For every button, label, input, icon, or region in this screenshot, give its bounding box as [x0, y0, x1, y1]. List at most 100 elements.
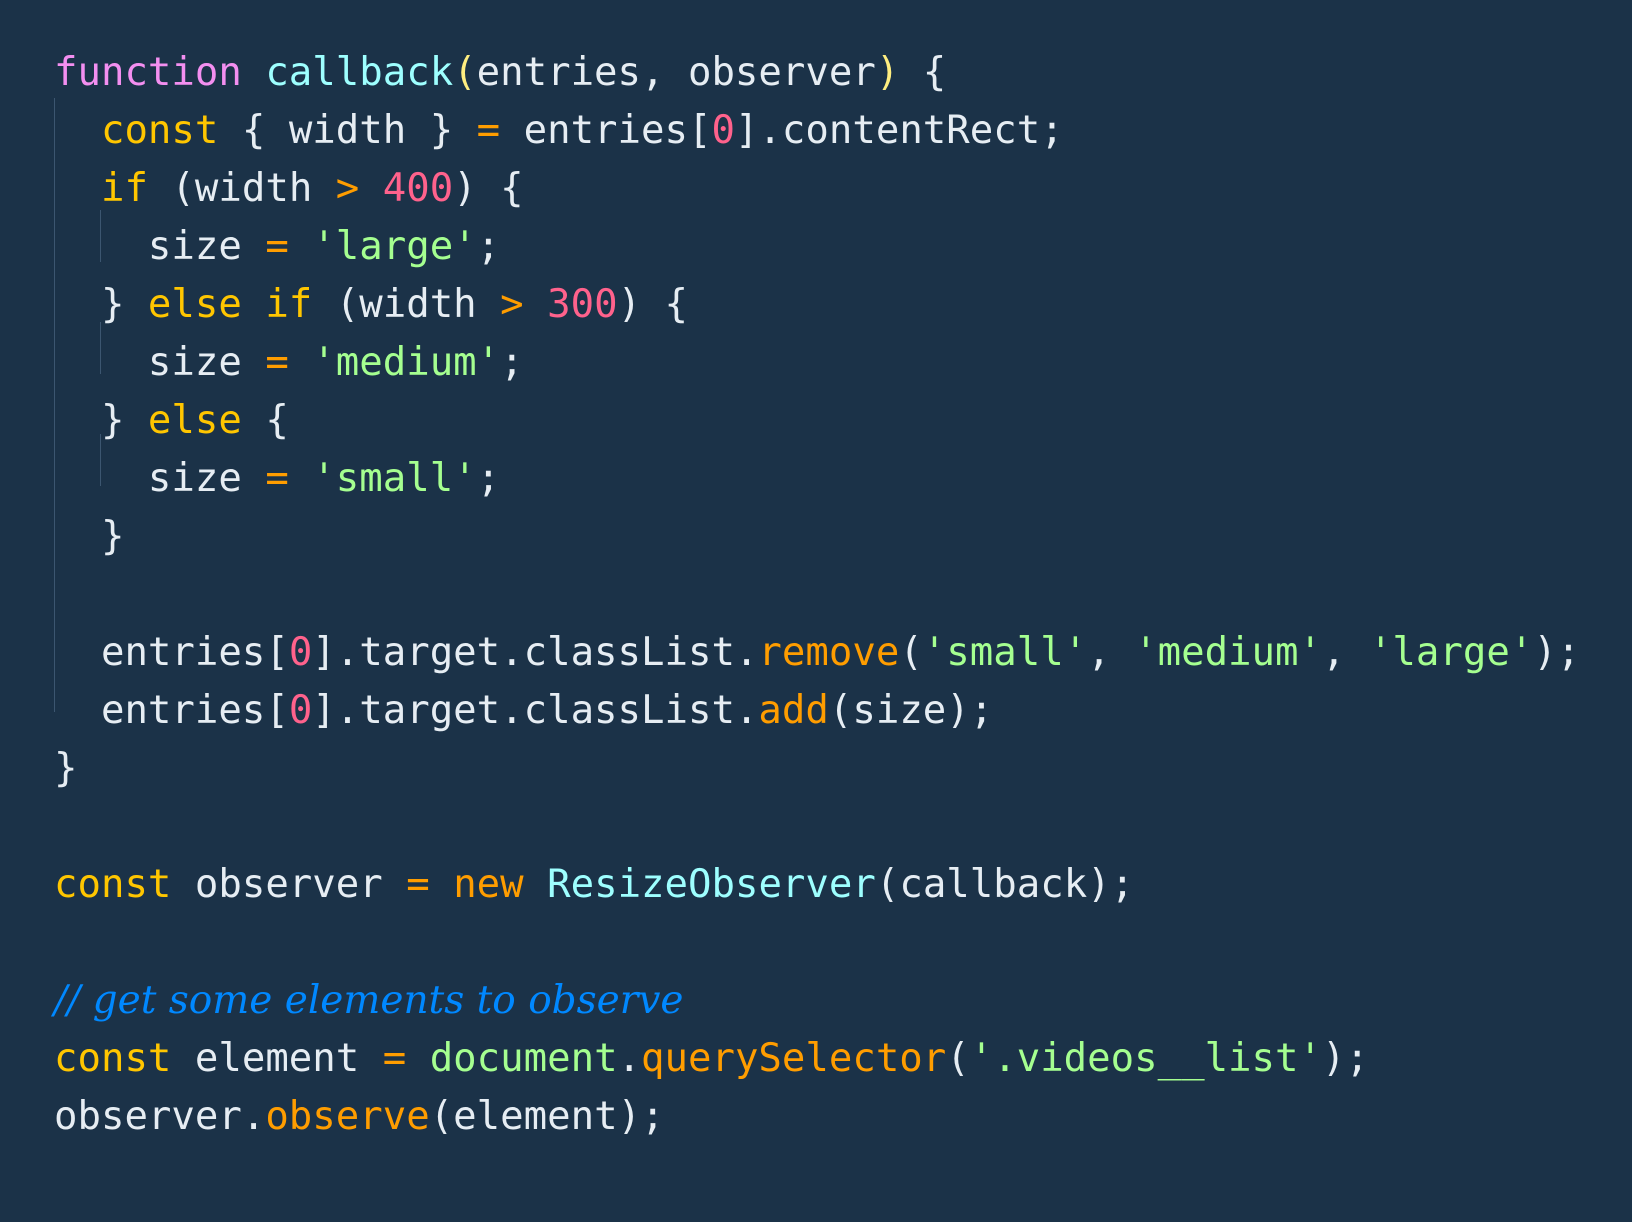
code-line: size = 'medium';: [54, 334, 1580, 392]
code-token: ;: [476, 224, 501, 269]
code-token: 300: [547, 282, 618, 327]
code-token: ;: [500, 340, 524, 385]
code-token: }: [54, 746, 78, 791]
code-token: const: [54, 862, 172, 907]
code-token: ResizeObserver: [547, 862, 876, 907]
code-token: ) {: [617, 282, 689, 327]
code-token: querySelector: [641, 1036, 947, 1081]
code-token: {: [899, 50, 947, 95]
code-token: =: [265, 224, 289, 269]
code-token: 'small': [922, 630, 1088, 675]
code-token: 'large': [312, 224, 477, 269]
code-token: (: [899, 630, 923, 675]
code-token: 'small': [312, 456, 477, 501]
code-token: size: [54, 340, 266, 385]
code-token: 'medium': [312, 340, 501, 385]
code-token: entries[: [54, 630, 289, 675]
code-line: ​: [54, 914, 1580, 972]
code-token: }: [54, 282, 148, 327]
code-token: 0: [711, 108, 735, 153]
code-token: {: [241, 398, 289, 443]
code-token: );: [1533, 630, 1581, 675]
code-token: ) {: [453, 166, 524, 211]
code-token: ].contentRect;: [734, 108, 1064, 153]
code-line: const { width } = entries[0].contentRect…: [54, 102, 1580, 160]
code-line: ​: [54, 566, 1580, 624]
code-line: if (width > 400) {: [54, 160, 1580, 218]
code-block: function callback(entries, observer) { c…: [54, 44, 1580, 1146]
code-token: (: [453, 50, 477, 95]
code-token: else if: [147, 282, 313, 327]
code-line: function callback(entries, observer) {: [54, 44, 1580, 102]
code-token: (width: [312, 282, 501, 327]
code-token: (: [946, 1036, 970, 1081]
code-token: ].target.classList.: [312, 688, 759, 733]
code-token: ;: [476, 456, 501, 501]
code-token: const: [54, 1036, 172, 1081]
code-token: add: [758, 688, 829, 733]
code-token: '.videos__list': [969, 1036, 1322, 1081]
code-token: callback: [265, 50, 454, 95]
code-token: }: [54, 398, 148, 443]
code-token: (size);: [828, 688, 994, 733]
code-token: );: [1321, 1036, 1369, 1081]
code-token: =: [265, 340, 289, 385]
code-token: =: [265, 456, 289, 501]
code-token: observe: [265, 1094, 430, 1139]
code-token: size: [54, 224, 266, 269]
code-line: ​: [54, 798, 1580, 856]
code-token: 'large': [1368, 630, 1534, 675]
code-token: if: [100, 166, 148, 211]
code-token: const: [100, 108, 219, 153]
code-token: { width }: [218, 108, 477, 153]
code-token: ): [875, 50, 900, 95]
code-token: .: [617, 1036, 642, 1081]
code-token: size: [54, 456, 266, 501]
code-line: observer.observe(element);: [54, 1088, 1580, 1146]
code-token: remove: [758, 630, 900, 675]
code-editor[interactable]: function callback(entries, observer) { c…: [0, 0, 1632, 1222]
code-line: const observer = new ResizeObserver(call…: [54, 856, 1580, 914]
code-token: else: [147, 398, 242, 443]
code-token: new: [453, 862, 524, 907]
code-token: >: [335, 166, 360, 211]
code-line: const element = document.querySelector('…: [54, 1030, 1580, 1088]
code-token: =: [476, 108, 501, 153]
code-token: 0: [288, 630, 313, 675]
code-token: (width: [147, 166, 336, 211]
code-token: =: [382, 1036, 407, 1081]
code-token: ,: [1087, 630, 1135, 675]
code-token: 'medium': [1134, 630, 1322, 675]
code-token: element: [171, 1036, 383, 1081]
code-line: entries[0].target.classList.remove('smal…: [54, 624, 1580, 682]
code-token: (element);: [429, 1094, 665, 1139]
code-line: entries[0].target.classList.add(size);: [54, 682, 1580, 740]
code-token: }: [54, 514, 125, 559]
code-token: document: [429, 1036, 618, 1081]
code-token: entries[: [500, 108, 712, 153]
code-token: observer.: [54, 1094, 266, 1139]
code-token: 400: [382, 166, 454, 211]
code-line: } else if (width > 300) {: [54, 276, 1580, 334]
code-token: ].target.classList.: [312, 630, 759, 675]
code-token: observer: [171, 862, 407, 907]
code-line: } else {: [54, 392, 1580, 450]
code-line: }: [54, 508, 1580, 566]
code-token: // get some elements to observe: [54, 978, 684, 1023]
code-token: (callback);: [875, 862, 1135, 907]
code-token: entries, observer: [476, 50, 876, 95]
code-line: size = 'large';: [54, 218, 1580, 276]
code-token: function: [54, 50, 242, 95]
code-line: size = 'small';: [54, 450, 1580, 508]
code-token: >: [500, 282, 524, 327]
code-token: ,: [1321, 630, 1369, 675]
